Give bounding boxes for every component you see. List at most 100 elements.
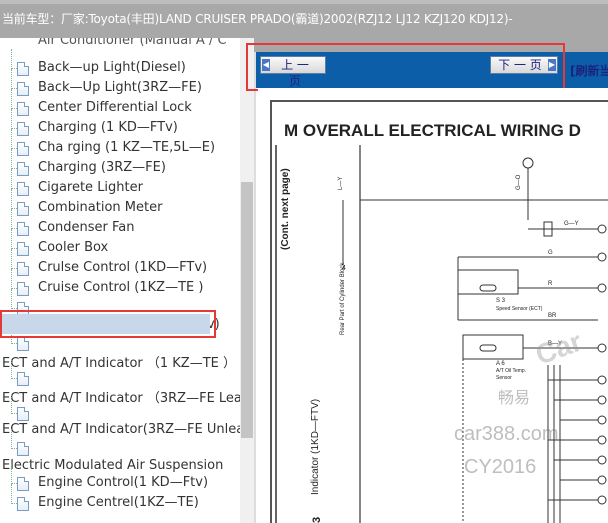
tree-connector-line (11, 149, 12, 169)
tree-connector-line (11, 429, 12, 449)
tree-item-label: Back—up Light(Diesel) (38, 60, 186, 75)
vehicle-title: 当前车型：厂家:Toyota(丰田)LAND CRUISER PRADO(霸道)… (2, 12, 513, 26)
tree-item-label: Cigarete Lighter (38, 180, 143, 195)
nav-highlight-box (246, 43, 565, 91)
document-icon (17, 262, 29, 276)
tree-top-item-2[interactable]: ECT and A/T Indicator （3RZ—FE Leac (0, 386, 249, 406)
refresh-link[interactable]: [刷新当 (570, 62, 608, 79)
tree-item-icon-only-4[interactable] (0, 429, 240, 459)
tree-scrollbar-thumb[interactable] (241, 182, 253, 438)
watermark-url: car388.com (454, 423, 559, 445)
rear-part-label: Rear Part of Cylinder Block (340, 262, 346, 335)
tree-connector-line (11, 129, 12, 149)
tree-item-11[interactable]: Cruise Control (1KZ—TE ) (0, 269, 240, 299)
tree-top-item-3[interactable]: ECT and A/T Indicator(3RZ—FE Unleac (0, 421, 251, 441)
tree-item-5[interactable]: Charging (3RZ—FE) (0, 149, 240, 179)
a6-label: A 6 (496, 361, 505, 367)
wire-label-r: R (548, 281, 553, 287)
tree-item-0[interactable]: Back—up Light(Diesel) (0, 49, 240, 79)
header-strip (0, 0, 608, 4)
document-icon (17, 407, 29, 421)
wiring-diagram: (Cont. next page) L—Y Rear Part of Cylin… (275, 145, 608, 523)
tree-item-3[interactable]: Charging (1 KD—FTv) (0, 109, 240, 139)
document-icon (17, 202, 29, 216)
cont-next-page-note: (Cont. next page) (280, 168, 291, 250)
watermark-cn: 畅易 (498, 389, 530, 407)
document-icon (17, 242, 29, 256)
tree-item-label: ECT and A/T Indicator(3RZ—FE Unleac (2, 422, 252, 437)
document-icon (17, 62, 29, 76)
document-title: M OVERALL ELECTRICAL WIRING D (284, 121, 581, 140)
document-icon (17, 282, 29, 296)
s3-label: S 3 (496, 298, 506, 304)
tree-item-label: Cooler Box (38, 240, 109, 255)
tree-item-label: Condenser Fan (38, 220, 135, 235)
document-icon (17, 142, 29, 156)
tree-item-label: Crulse Control (1KD—FTv) (38, 260, 208, 275)
wire-label-go: G—O (516, 174, 522, 190)
document-icon (17, 222, 29, 236)
tree-item-2[interactable]: Center Differential Lock (0, 89, 240, 119)
tree-connector-line (11, 69, 12, 89)
tree-connector-line (11, 49, 12, 69)
tree-connector-line (11, 484, 12, 504)
tree-bottom-item-0[interactable]: Engine Control(1 KD—Ftv) (0, 464, 240, 494)
tree-item-partial[interactable]: Air Conditioner (Manual A / C (0, 38, 240, 52)
tree-connector-line (11, 89, 12, 109)
tree-connector-line (11, 464, 12, 484)
indicator-vertical-label: Indicator (1KD—FTV) (310, 399, 321, 495)
tree-connector-line (11, 249, 12, 269)
pane-divider[interactable] (254, 52, 256, 523)
tree-item-label: Center Differential Lock (38, 100, 192, 115)
tree-item-label: Engine Centrel(1KZ—TE) (38, 495, 199, 510)
tree-connector-line (11, 269, 12, 289)
tree-item-label: Cruise Control (1KZ—TE ) (38, 280, 204, 295)
selection-highlight-box (0, 310, 216, 338)
document-icon (17, 477, 29, 491)
tree-item-label: Cha rging (1 KZ—TE,5L—E) (38, 140, 216, 155)
document-icon (17, 82, 29, 96)
tree-connector-line (11, 359, 12, 379)
tree-item-1[interactable]: Back—Up Light(3RZ—FE) (0, 69, 240, 99)
watermark-code: CY2016 (464, 456, 536, 478)
document-icon (17, 497, 29, 511)
num-4-label: 4 (342, 265, 346, 272)
tree-item-label: Charging (1 KD—FTv) (38, 120, 178, 135)
tree-connector-line (11, 189, 12, 209)
document-icon (17, 337, 29, 351)
tree-connector-line (11, 394, 12, 414)
tree-connector-line (11, 289, 12, 309)
wire-label-gy: G—Y (564, 221, 579, 227)
document-icon (17, 372, 29, 386)
speed-sensor-label: Speed Sensor (ECT) (496, 306, 543, 312)
indicator-side-label: 3 (311, 517, 323, 523)
sensor-label: Sensor (496, 375, 512, 381)
at-oil-temp-label: A/T Oil Temp. (496, 368, 526, 374)
tree-item-9[interactable]: Cooler Box (0, 229, 240, 259)
tree-item-label: Combination Meter (38, 200, 163, 215)
tree-bottom-item-1[interactable]: Engine Centrel(1KZ—TE) (0, 484, 240, 514)
wire-label-g: G (548, 250, 553, 256)
tree-item-6[interactable]: Cigarete Lighter (0, 169, 240, 199)
tree-connector-line (11, 229, 12, 249)
tree-item-10[interactable]: Crulse Control (1KD—FTv) (0, 249, 240, 279)
tree-item-label: Charging (3RZ—FE) (38, 160, 166, 175)
document-icon (17, 122, 29, 136)
tree-item-label: Electric Modulated Air Suspension (2, 458, 224, 473)
watermark-big: Car (531, 326, 586, 371)
tree-item-4[interactable]: Cha rging (1 KZ—TE,5L—E) (0, 129, 240, 159)
tree-connector-line (11, 169, 12, 189)
wire-label-ly: L—Y (338, 177, 344, 190)
wire-label-br: BR (548, 313, 557, 319)
document-icon (17, 442, 29, 456)
document-icon (17, 182, 29, 196)
tree-connector-line (11, 209, 12, 229)
tree-item-label: Back—Up Light(3RZ—FE) (38, 80, 202, 95)
tree-item-label: Engine Control(1 KD—Ftv) (38, 475, 209, 490)
document-icon (17, 102, 29, 116)
tree-connector-line (11, 109, 12, 129)
tree-top-item-1[interactable]: ECT and A/T Indicator （1 KZ—TE ） (0, 351, 240, 371)
tree-item-7[interactable]: Combination Meter (0, 189, 240, 219)
document-icon (17, 162, 29, 176)
tree-item-8[interactable]: Condenser Fan (0, 209, 240, 239)
